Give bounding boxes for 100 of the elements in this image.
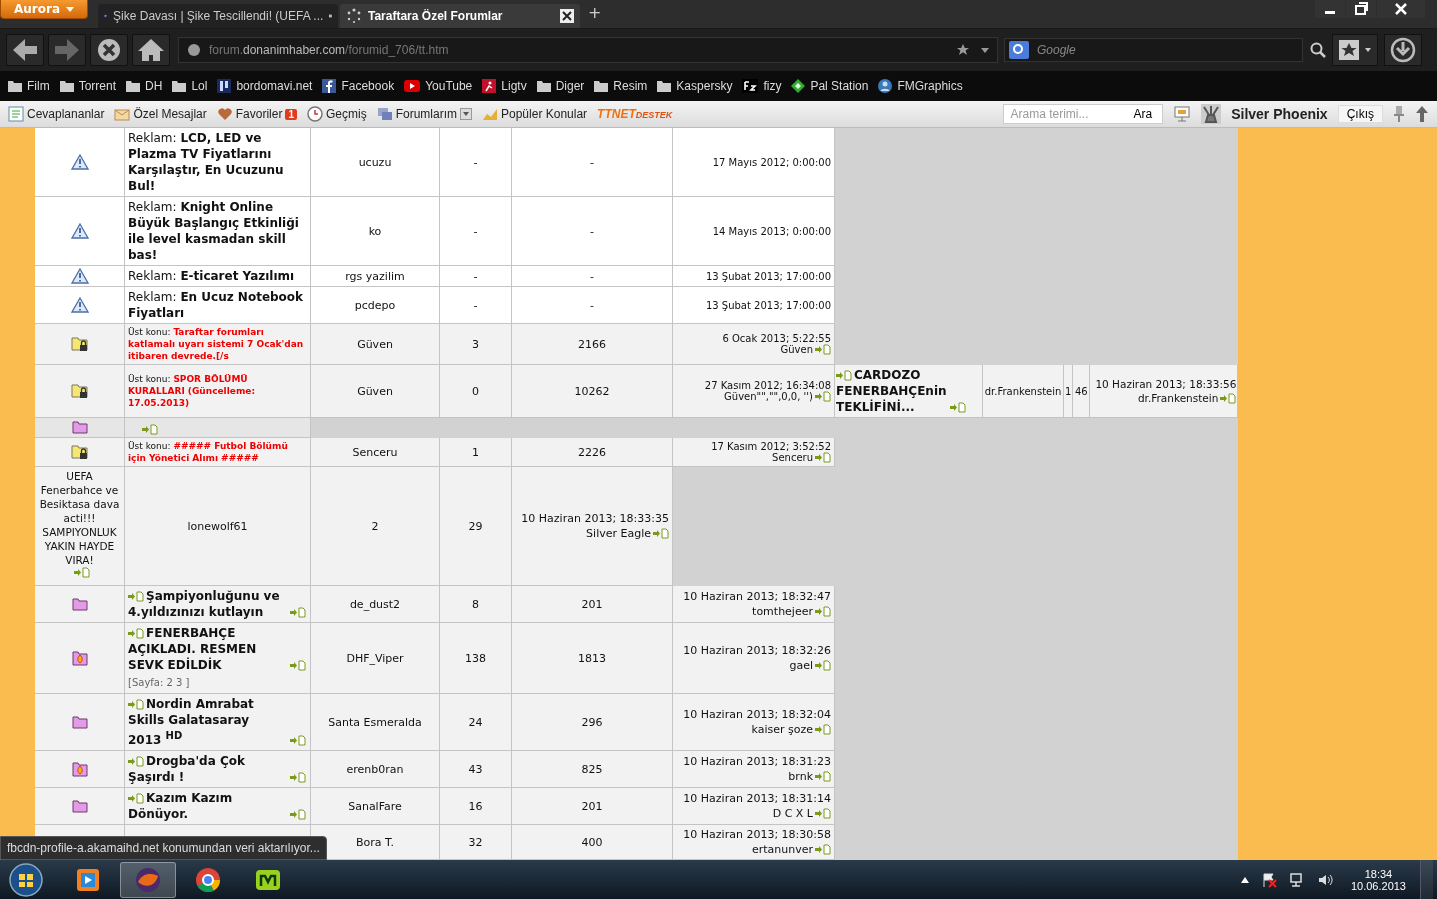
table-cell: - bbox=[473, 155, 478, 169]
table-cell: 43 bbox=[468, 762, 483, 776]
last-post-date: 6 Ocak 2013; 5:22:55 bbox=[722, 333, 831, 344]
table-cell: - bbox=[473, 269, 478, 283]
bookmark-link[interactable]: Pal Station bbox=[810, 79, 869, 93]
last-post-user[interactable]: Silver Eagle bbox=[586, 526, 651, 541]
table-cell: erenb0ran bbox=[346, 762, 404, 776]
table-cell: lonewolf61 bbox=[187, 519, 248, 533]
last-post-date: 17 Kasım 2012; 3:52:52 bbox=[711, 441, 831, 452]
table-cell: SanalFare bbox=[348, 799, 402, 813]
last-post-user[interactable]: Güven bbox=[780, 344, 813, 355]
toolbar-link[interactable]: Forumlarım bbox=[395, 107, 457, 121]
logout-button[interactable]: Çıkış bbox=[1337, 105, 1383, 123]
table-cell: 24 bbox=[468, 715, 483, 729]
last-post-user[interactable]: Güven"","",0,0, '') bbox=[724, 391, 813, 402]
bookmark-link[interactable]: bordomavi.net bbox=[236, 79, 313, 93]
bookmark-link[interactable]: fizy bbox=[763, 79, 782, 93]
bookmark-link[interactable]: Torrent bbox=[78, 79, 117, 93]
last-post-date: 13 Şubat 2013; 17:00:00 bbox=[705, 299, 831, 311]
last-post-date: 17 Mayıs 2012; 0:00:00 bbox=[712, 156, 831, 168]
last-post-date: 10 Haziran 2013; 18:32:04 bbox=[683, 707, 831, 722]
table-cell: 16 bbox=[468, 799, 483, 813]
table-cell: 1 bbox=[472, 445, 479, 459]
browser-tab[interactable]: Taraftara Özel Forumlar bbox=[340, 4, 580, 28]
table-cell: dr.Frankenstein bbox=[984, 385, 1062, 397]
table-cell: ko bbox=[368, 224, 382, 238]
table-cell: 2226 bbox=[578, 445, 606, 459]
clock-date[interactable]: 10.06.2013 bbox=[1350, 879, 1406, 892]
table-cell: 201 bbox=[581, 597, 603, 611]
bookmark-link[interactable]: Kaspersky bbox=[676, 79, 733, 93]
table-cell: 201 bbox=[581, 799, 603, 813]
table-cell: 46 bbox=[1075, 385, 1088, 397]
table-cell: 10262 bbox=[574, 384, 610, 398]
table-cell: Güven bbox=[357, 384, 393, 398]
page-links[interactable]: [Sayfa: 2 3 ] bbox=[128, 675, 306, 691]
table-cell: 825 bbox=[581, 762, 603, 776]
last-post-date: 10 Haziran 2013; 18:31:14 bbox=[683, 791, 831, 806]
username[interactable]: Silver Phoenix bbox=[1231, 106, 1328, 122]
clock-time[interactable]: 18:34 bbox=[1364, 867, 1393, 880]
bookmark-link[interactable]: FMGraphics bbox=[897, 79, 963, 93]
table-cell: Bora T. bbox=[356, 835, 394, 849]
last-post-date: 10 Haziran 2013; 18:33:56 bbox=[1095, 377, 1237, 391]
bookmark-link[interactable]: Facebook bbox=[341, 79, 395, 93]
count-badge: 1 bbox=[285, 108, 297, 120]
last-post-date: 10 Haziran 2013; 18:32:47 bbox=[683, 589, 831, 604]
status-text: fbcdn-profile-a.akamaihd.net konumundan veri aktarılıyor... bbox=[0, 836, 327, 860]
table-cell: 138 bbox=[465, 651, 486, 665]
last-post-date: 13 Şubat 2013; 17:00:00 bbox=[705, 270, 831, 282]
table-cell: de_dust2 bbox=[349, 597, 401, 611]
table-cell: 3 bbox=[472, 337, 479, 351]
last-post-user[interactable]: brnk bbox=[788, 769, 813, 784]
last-post-user[interactable]: kaiser şoze bbox=[751, 722, 813, 737]
topic-title[interactable]: FENERBAHÇE AÇIKLADI. RESMEN SEVK EDİLDİK bbox=[128, 625, 286, 673]
last-post-date: 10 Haziran 2013; 18:30:58 bbox=[683, 827, 831, 842]
bookmark-link[interactable]: Ligtv bbox=[501, 79, 527, 93]
table-cell: 2166 bbox=[578, 337, 606, 351]
last-post-user[interactable]: dr.Frankenstein bbox=[1137, 391, 1219, 405]
last-post-user[interactable]: gael bbox=[789, 658, 813, 673]
table-cell: - bbox=[590, 224, 594, 238]
table-cell: - bbox=[473, 298, 478, 312]
table-cell: Santa Esmeralda bbox=[328, 715, 422, 729]
bookmark-link[interactable]: DH bbox=[145, 79, 163, 93]
table-cell: pcdepo bbox=[354, 298, 396, 312]
url-field[interactable]: forum.donanimhaber.com/forumid_706/tt.htm bbox=[209, 43, 449, 57]
last-post-user[interactable]: Senceru bbox=[772, 452, 813, 463]
last-post-date: 10 Haziran 2013; 18:33:35 bbox=[521, 511, 669, 526]
table-cell: rgs yazilim bbox=[345, 269, 405, 283]
table-cell: ucuzu bbox=[358, 155, 392, 169]
last-post-user[interactable]: tomthejeer bbox=[752, 604, 813, 619]
last-post-user[interactable]: D C X L bbox=[772, 806, 813, 821]
toolbar-link[interactable]: Cevaplananlar bbox=[27, 107, 105, 121]
toolbar-link[interactable]: Favoriler bbox=[235, 107, 283, 121]
bookmark-link[interactable]: YouTube bbox=[425, 79, 473, 93]
last-post-date: 10 Haziran 2013; 18:31:23 bbox=[683, 754, 831, 769]
bookmark-link[interactable]: Lol bbox=[191, 79, 208, 93]
bookmark-link[interactable]: Film bbox=[27, 79, 50, 93]
table-cell: 1 bbox=[1065, 385, 1072, 397]
table-cell: 1813 bbox=[578, 651, 606, 665]
bookmark-link[interactable]: Resim bbox=[613, 79, 648, 93]
table-cell: 32 bbox=[468, 835, 483, 849]
table-cell: 8 bbox=[472, 597, 479, 611]
toolbar-link[interactable]: Geçmiş bbox=[326, 107, 367, 121]
table-cell: 296 bbox=[581, 715, 603, 729]
table-cell: 0 bbox=[472, 384, 479, 398]
toolbar-link[interactable]: Özel Mesajlar bbox=[133, 107, 207, 121]
last-post-date: 10 Haziran 2013; 18:32:26 bbox=[683, 643, 831, 658]
new-tab-button[interactable]: + bbox=[582, 2, 608, 26]
table-cell: Güven bbox=[357, 337, 393, 351]
last-post-date: 27 Kasım 2012; 16:34:08 bbox=[704, 380, 831, 391]
last-post-user[interactable]: ertanunver bbox=[751, 842, 813, 857]
table-cell: DHF_Viper bbox=[346, 651, 404, 665]
table-cell: 400 bbox=[581, 835, 603, 849]
toolbar-link[interactable]: Popüler Konular bbox=[501, 107, 588, 121]
table-cell: 29 bbox=[468, 519, 483, 533]
last-post-date: 14 Mayıs 2013; 0:00:00 bbox=[712, 225, 831, 237]
table-cell: - bbox=[590, 269, 594, 283]
bookmark-link[interactable]: Diger bbox=[555, 79, 585, 93]
table-cell: - bbox=[590, 298, 594, 312]
table-cell: - bbox=[473, 224, 478, 238]
browser-tab[interactable]: Şike Davası | Şike Tescillendi! (UEFA ... bbox=[98, 4, 338, 28]
